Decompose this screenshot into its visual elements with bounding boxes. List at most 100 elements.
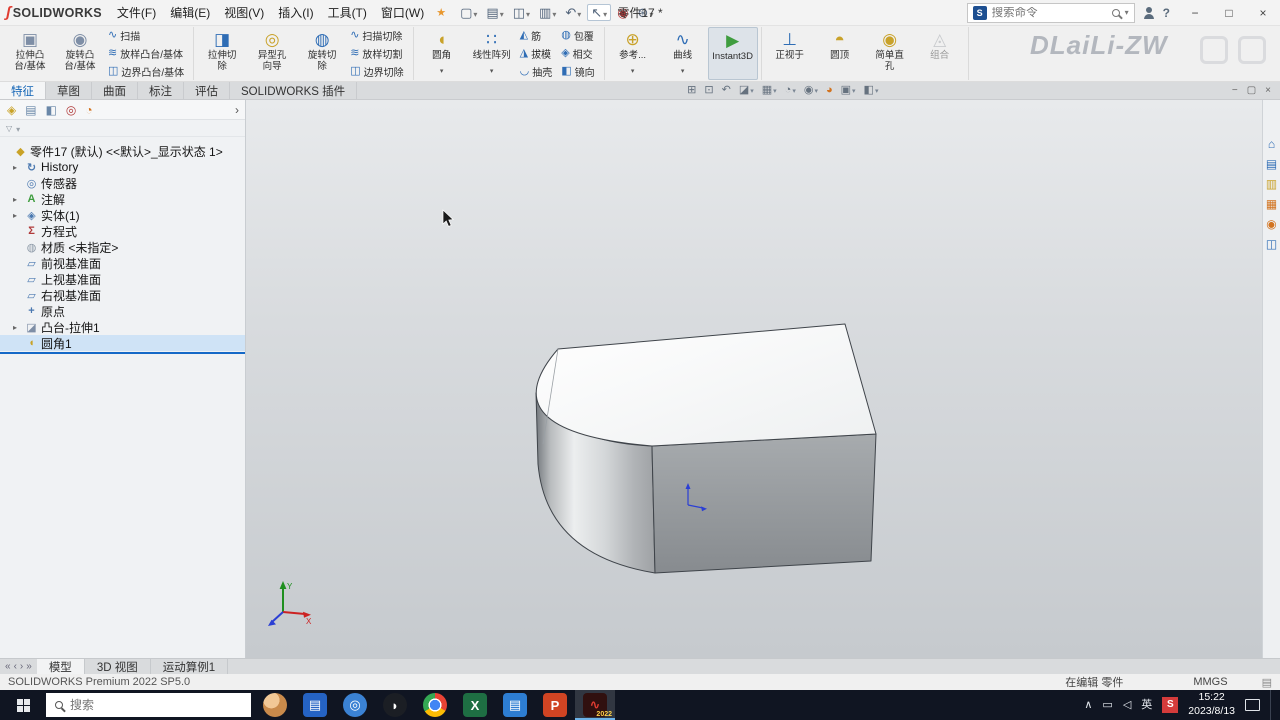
tree-root[interactable]: ◆ 零件17 (默认) <<默认>_显示状态 1> [0, 143, 245, 159]
prev-button[interactable]: ‹ [14, 661, 17, 672]
menu-item[interactable]: 窗口(W) [374, 2, 431, 23]
tree-right-plane[interactable]: ▱ 右视基准面 [0, 287, 245, 303]
close-button[interactable]: × [1246, 0, 1280, 26]
swept-boss-button[interactable]: ∿ 扫描 [105, 27, 190, 45]
simple-hole-button[interactable]: ◉ 简单直 孔 [865, 27, 915, 80]
tab-features[interactable]: 特征 [0, 82, 46, 99]
taskbar-powerpoint-app[interactable]: P [535, 690, 575, 720]
maximize-button[interactable]: □ [1212, 0, 1246, 26]
tree-front-plane[interactable]: ▱ 前视基准面 [0, 255, 245, 271]
previous-view-icon[interactable]: ↶ [722, 85, 731, 96]
tree-annotations[interactable]: A 注解 [0, 191, 245, 207]
instant3d-button[interactable]: ▶ Instant3D [707, 27, 758, 80]
intersect-button[interactable]: ◈ 相交 [558, 45, 600, 63]
curves-button[interactable]: ∿ 曲线 [658, 27, 708, 80]
undo-button[interactable]: ↶ [562, 5, 584, 20]
menu-item[interactable]: 工具(T) [321, 2, 374, 23]
fillet-button[interactable]: ◖ 圆角 [417, 27, 467, 80]
extruded-boss-button[interactable]: ▣ 拉伸凸 台/基体 [5, 27, 55, 80]
doc-restore-button[interactable]: ▢ [1247, 85, 1256, 96]
tree-history[interactable]: ↻ History [0, 159, 245, 175]
tab-sketch[interactable]: 草图 [46, 82, 92, 99]
part-model[interactable] [535, 323, 877, 574]
expand-arrow-icon[interactable] [13, 323, 22, 332]
sogou-input-icon[interactable]: S [1162, 697, 1179, 713]
taskbar-qq-app[interactable]: ◗ [375, 690, 415, 720]
expand-arrow-icon[interactable] [13, 195, 22, 204]
tray-chevron-icon[interactable]: ∧ [1084, 699, 1092, 711]
open-button[interactable]: ▤ [483, 5, 506, 20]
tab-model[interactable]: 模型 [36, 659, 85, 674]
panel-flyout-chevron[interactable]: › [235, 103, 239, 117]
tree-top-plane[interactable]: ▱ 上视基准面 [0, 271, 245, 287]
command-search-box[interactable]: S ▾ [966, 2, 1135, 23]
lofted-boss-button[interactable]: ≋ 放样凸台/基体 [105, 45, 190, 63]
tray-display-icon[interactable]: ▭ [1102, 699, 1112, 711]
hide-show-items-icon[interactable]: ◉ [804, 85, 818, 96]
save-button[interactable]: ◫ [510, 5, 533, 20]
extruded-cut-button[interactable]: ◨ 拉伸切 除 [197, 27, 247, 80]
tree-filter-row[interactable]: ▽ [0, 120, 245, 137]
tree-material[interactable]: ◍ 材质 <未指定> [0, 239, 245, 255]
tab-markup[interactable]: 标注 [138, 82, 184, 99]
normal-to-button[interactable]: ⊥ 正视于 [765, 27, 815, 80]
minimize-button[interactable]: − [1178, 0, 1212, 26]
linear-pattern-button[interactable]: ∷ 线性阵列 [467, 27, 517, 80]
tree-fillet1[interactable]: ◖ 圆角1 [0, 335, 245, 351]
taskbar-search-input[interactable] [70, 698, 242, 712]
taskbar-browser-app[interactable]: ◎ [335, 690, 375, 720]
user-account-icon[interactable] [1143, 6, 1155, 19]
menu-item[interactable]: 视图(V) [217, 2, 271, 23]
rollback-bar[interactable] [0, 352, 245, 354]
swept-cut-button[interactable]: ∿ 扫描切除 [347, 27, 409, 45]
mirror-button[interactable]: ◧ 镜向 [558, 62, 600, 80]
forward-button[interactable]: » [26, 661, 32, 672]
revolved-cut-button[interactable]: ◍ 旋转切 除 [297, 27, 347, 80]
home-icon[interactable]: ⌂ [1268, 138, 1275, 150]
zoom-area-icon[interactable]: ⊡ [704, 85, 713, 96]
tab-surfaces[interactable]: 曲面 [92, 82, 138, 99]
taskbar-search-box[interactable] [46, 693, 251, 717]
resources-icon[interactable]: ▤ [1266, 158, 1277, 170]
edit-appearance-icon[interactable]: ◕ [826, 85, 833, 96]
tree-solid-bodies[interactable]: ◈ 实体(1) [0, 207, 245, 223]
status-options-icon[interactable]: ▤ [1262, 676, 1272, 689]
taskbar-solidworks-app[interactable]: ∿ 2022 [575, 690, 615, 720]
section-view-icon[interactable]: ◪ [739, 85, 754, 96]
tree-equations[interactable]: Σ 方程式 [0, 223, 245, 239]
view-settings-icon[interactable]: ◧ [864, 85, 879, 96]
tree-sensors[interactable]: ◎ 传感器 [0, 175, 245, 191]
right-face[interactable] [651, 433, 877, 574]
combine-button[interactable]: ◬ 组合 [915, 27, 965, 80]
rib-button[interactable]: ◭ 筋 [517, 27, 559, 45]
dome-button[interactable]: ◓ 圆顶 [815, 27, 865, 80]
design-library-icon[interactable]: ▥ [1266, 178, 1277, 190]
select-button[interactable]: ↖ [587, 4, 612, 21]
file-explorer-icon[interactable]: ▦ [1266, 198, 1277, 210]
graphics-viewport[interactable]: Y X [246, 100, 1262, 658]
tree-boss-extrude1[interactable]: ◪ 凸台-拉伸1 [0, 319, 245, 335]
next-button[interactable]: › [20, 661, 23, 672]
tab-addins[interactable]: SOLIDWORKS 插件 [230, 82, 358, 99]
show-desktop-button[interactable] [1270, 690, 1275, 720]
display-style-icon[interactable]: ◔ [785, 85, 796, 96]
taskbar-files-app[interactable]: ▤ [495, 690, 535, 720]
dimxpert-tab[interactable]: ◎ [66, 104, 76, 116]
taskbar-dog-app[interactable] [255, 690, 295, 720]
tab-motion-study[interactable]: 运动算例1 [151, 659, 229, 674]
taskbar-chrome-app[interactable] [415, 690, 455, 720]
print-button[interactable]: ▥ [536, 5, 559, 20]
taskbar-excel-app[interactable]: X [455, 690, 495, 720]
search-caret-icon[interactable]: ▾ [1125, 8, 1129, 17]
action-center-icon[interactable] [1245, 699, 1260, 711]
boundary-cut-button[interactable]: ◫ 边界切除 [347, 62, 409, 80]
hole-wizard-button[interactable]: ◎ 异型孔 向导 [247, 27, 297, 80]
menu-item[interactable]: 编辑(E) [163, 2, 217, 23]
configurationmanager-tab[interactable]: ◧ [46, 104, 57, 116]
appearances-icon[interactable]: ◉ [1266, 218, 1276, 230]
featuremanager-tab[interactable]: ◈ [7, 104, 16, 116]
revolved-boss-button[interactable]: ◉ 旋转凸 台/基体 [55, 27, 105, 80]
taskbar-meeting-app[interactable]: ▤ [295, 690, 335, 720]
doc-close-button[interactable]: × [1265, 85, 1271, 96]
lofted-cut-button[interactable]: ≋ 放样切割 [347, 45, 409, 63]
